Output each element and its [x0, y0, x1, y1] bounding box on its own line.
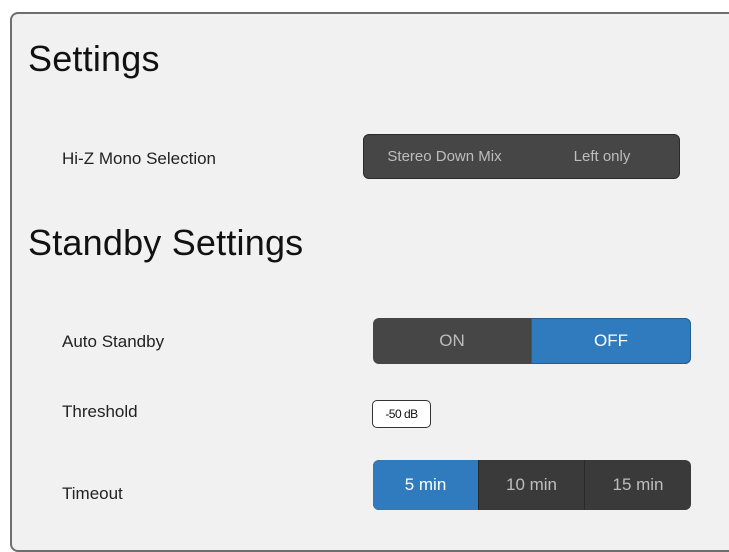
auto-standby-toggle[interactable]: ON OFF	[373, 318, 691, 364]
timeout-10-min-button[interactable]: 10 min	[478, 460, 584, 510]
hiz-mono-label: Hi-Z Mono Selection	[62, 149, 217, 168]
auto-standby-on-button[interactable]: ON	[373, 318, 531, 364]
settings-title: Settings	[28, 38, 160, 79]
settings-panel: Settings Hi-Z Mono Selection Stereo Down…	[10, 12, 729, 552]
auto-standby-label: Auto Standby	[62, 332, 165, 351]
timeout-selector[interactable]: 5 min 10 min 15 min	[373, 460, 691, 510]
hiz-mono-option-stereo-down-mix[interactable]: Stereo Down Mix	[364, 135, 525, 178]
threshold-value[interactable]: -50 dB	[372, 400, 431, 428]
hiz-mono-selector[interactable]: Stereo Down Mix Left only	[363, 134, 680, 179]
auto-standby-off-button[interactable]: OFF	[531, 318, 691, 364]
timeout-15-min-button[interactable]: 15 min	[584, 460, 691, 510]
timeout-label: Timeout	[62, 484, 123, 503]
timeout-5-min-button[interactable]: 5 min	[373, 460, 478, 510]
standby-settings-title: Standby Settings	[28, 222, 304, 263]
threshold-label: Threshold	[62, 402, 138, 421]
hiz-mono-option-left-only[interactable]: Left only	[525, 135, 679, 178]
